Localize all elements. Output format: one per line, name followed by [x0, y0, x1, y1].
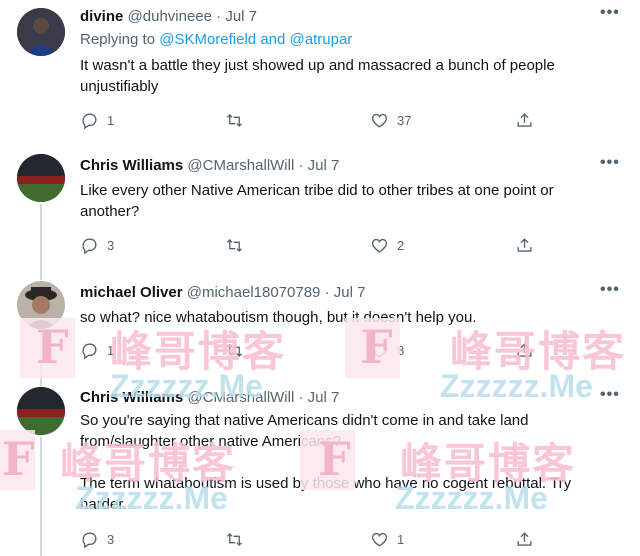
- more-icon[interactable]: •••: [600, 386, 620, 404]
- replying-to-label: Replying to: [80, 31, 156, 48]
- tweet-text: Like every other Native American tribe d…: [80, 182, 558, 220]
- reply-icon: [82, 531, 97, 548]
- mention-link[interactable]: @SKMorefield: [159, 31, 256, 48]
- like-count: 1: [397, 531, 405, 547]
- tweet[interactable]: michael Oliver @michael18070789 · Jul 7 …: [0, 266, 640, 379]
- share-icon: [517, 237, 532, 252]
- like-button[interactable]: 37: [370, 109, 411, 131]
- replying-to: Replying to @SKMorefield and @atrupar: [80, 31, 352, 48]
- avatar[interactable]: [17, 154, 65, 202]
- like-icon: [371, 343, 388, 358]
- handle[interactable]: @CMarshallWill: [187, 389, 294, 406]
- timestamp[interactable]: Jul 7: [334, 284, 366, 301]
- display-name[interactable]: Chris Williams: [80, 157, 183, 174]
- tweet-actions: 3 2: [80, 234, 550, 256]
- like-icon: [371, 113, 388, 128]
- like-count: 8: [397, 342, 405, 358]
- display-name[interactable]: michael Oliver: [80, 284, 183, 301]
- retweet-button[interactable]: [225, 339, 252, 361]
- tweet[interactable]: divine @duhvineee · Jul 7 ••• Replying t…: [0, 0, 640, 135]
- avatar[interactable]: [17, 387, 65, 435]
- more-icon[interactable]: •••: [600, 281, 620, 299]
- avatar[interactable]: [17, 8, 65, 56]
- retweet-icon: [226, 113, 243, 127]
- tweet[interactable]: Chris Williams @CMarshallWill · Jul 7 ••…: [0, 136, 640, 274]
- tweet[interactable]: Chris Williams @CMarshallWill · Jul 7 ••…: [0, 372, 640, 556]
- reply-icon: [82, 112, 97, 129]
- like-button[interactable]: 2: [370, 234, 404, 256]
- thread-line: [40, 372, 42, 386]
- like-icon: [371, 238, 388, 253]
- like-icon: [371, 532, 388, 547]
- avatar-image: [17, 8, 65, 56]
- separator: ·: [298, 389, 304, 406]
- tweet-text: It wasn't a battle they just showed up a…: [80, 57, 560, 95]
- tweet-header: michael Oliver @michael18070789 · Jul 7: [80, 283, 365, 303]
- handle[interactable]: @michael18070789: [187, 284, 321, 301]
- reply-count: 3: [107, 531, 115, 547]
- timestamp[interactable]: Jul 7: [308, 389, 340, 406]
- more-icon[interactable]: •••: [600, 154, 620, 172]
- retweet-icon: [226, 532, 243, 546]
- share-icon: [517, 112, 532, 127]
- separator: ·: [324, 284, 330, 301]
- separator: ·: [298, 157, 304, 174]
- display-name[interactable]: divine: [80, 8, 123, 25]
- tweet-header: divine @duhvineee · Jul 7: [80, 7, 257, 27]
- thread-line: [40, 437, 42, 556]
- share-button[interactable]: [515, 339, 534, 361]
- thread-line: [40, 204, 42, 274]
- like-button[interactable]: 1: [370, 528, 404, 550]
- reply-count: 1: [107, 342, 115, 358]
- share-button[interactable]: [515, 109, 534, 131]
- more-icon[interactable]: •••: [600, 4, 620, 22]
- reply-count: 1: [107, 112, 115, 128]
- handle[interactable]: @CMarshallWill: [187, 157, 294, 174]
- tweet-header: Chris Williams @CMarshallWill · Jul 7: [80, 388, 339, 408]
- reply-button[interactable]: 3: [80, 528, 114, 550]
- retweet-icon: [226, 343, 243, 357]
- tweet-actions: 3 1: [80, 528, 550, 550]
- mention-link[interactable]: @atrupar: [290, 31, 353, 48]
- like-count: 37: [397, 112, 412, 128]
- reply-button[interactable]: 1: [80, 109, 114, 131]
- avatar-image: [17, 387, 65, 435]
- like-count: 2: [397, 237, 405, 253]
- share-button[interactable]: [515, 234, 534, 256]
- retweet-button[interactable]: [225, 109, 252, 131]
- tweet-text: so what? nice whataboutism though, but i…: [80, 309, 477, 326]
- share-button[interactable]: [515, 528, 534, 550]
- tweet-actions: 1 37: [80, 109, 550, 131]
- retweet-icon: [226, 238, 243, 252]
- timestamp[interactable]: Jul 7: [225, 8, 257, 25]
- avatar-image: [17, 154, 65, 202]
- tweet-text: So you're saying that native Americans d…: [80, 412, 572, 513]
- tweet-header: Chris Williams @CMarshallWill · Jul 7: [80, 156, 339, 176]
- reply-icon: [82, 237, 97, 254]
- retweet-button[interactable]: [225, 234, 252, 256]
- retweet-button[interactable]: [225, 528, 252, 550]
- reply-button[interactable]: 1: [80, 339, 114, 361]
- timestamp[interactable]: Jul 7: [308, 157, 340, 174]
- display-name[interactable]: Chris Williams: [80, 389, 183, 406]
- handle[interactable]: @duhvineee: [128, 8, 212, 25]
- share-icon: [517, 342, 532, 357]
- tweet-actions: 1 8: [80, 339, 550, 361]
- mention-and[interactable]: and: [260, 31, 285, 48]
- reply-count: 3: [107, 237, 115, 253]
- avatar-image: [17, 281, 65, 329]
- avatar[interactable]: [17, 281, 65, 329]
- like-button[interactable]: 8: [370, 339, 404, 361]
- reply-icon: [82, 342, 97, 359]
- share-icon: [517, 531, 532, 546]
- separator: ·: [216, 8, 222, 25]
- reply-button[interactable]: 3: [80, 234, 114, 256]
- thread-line: [40, 266, 42, 280]
